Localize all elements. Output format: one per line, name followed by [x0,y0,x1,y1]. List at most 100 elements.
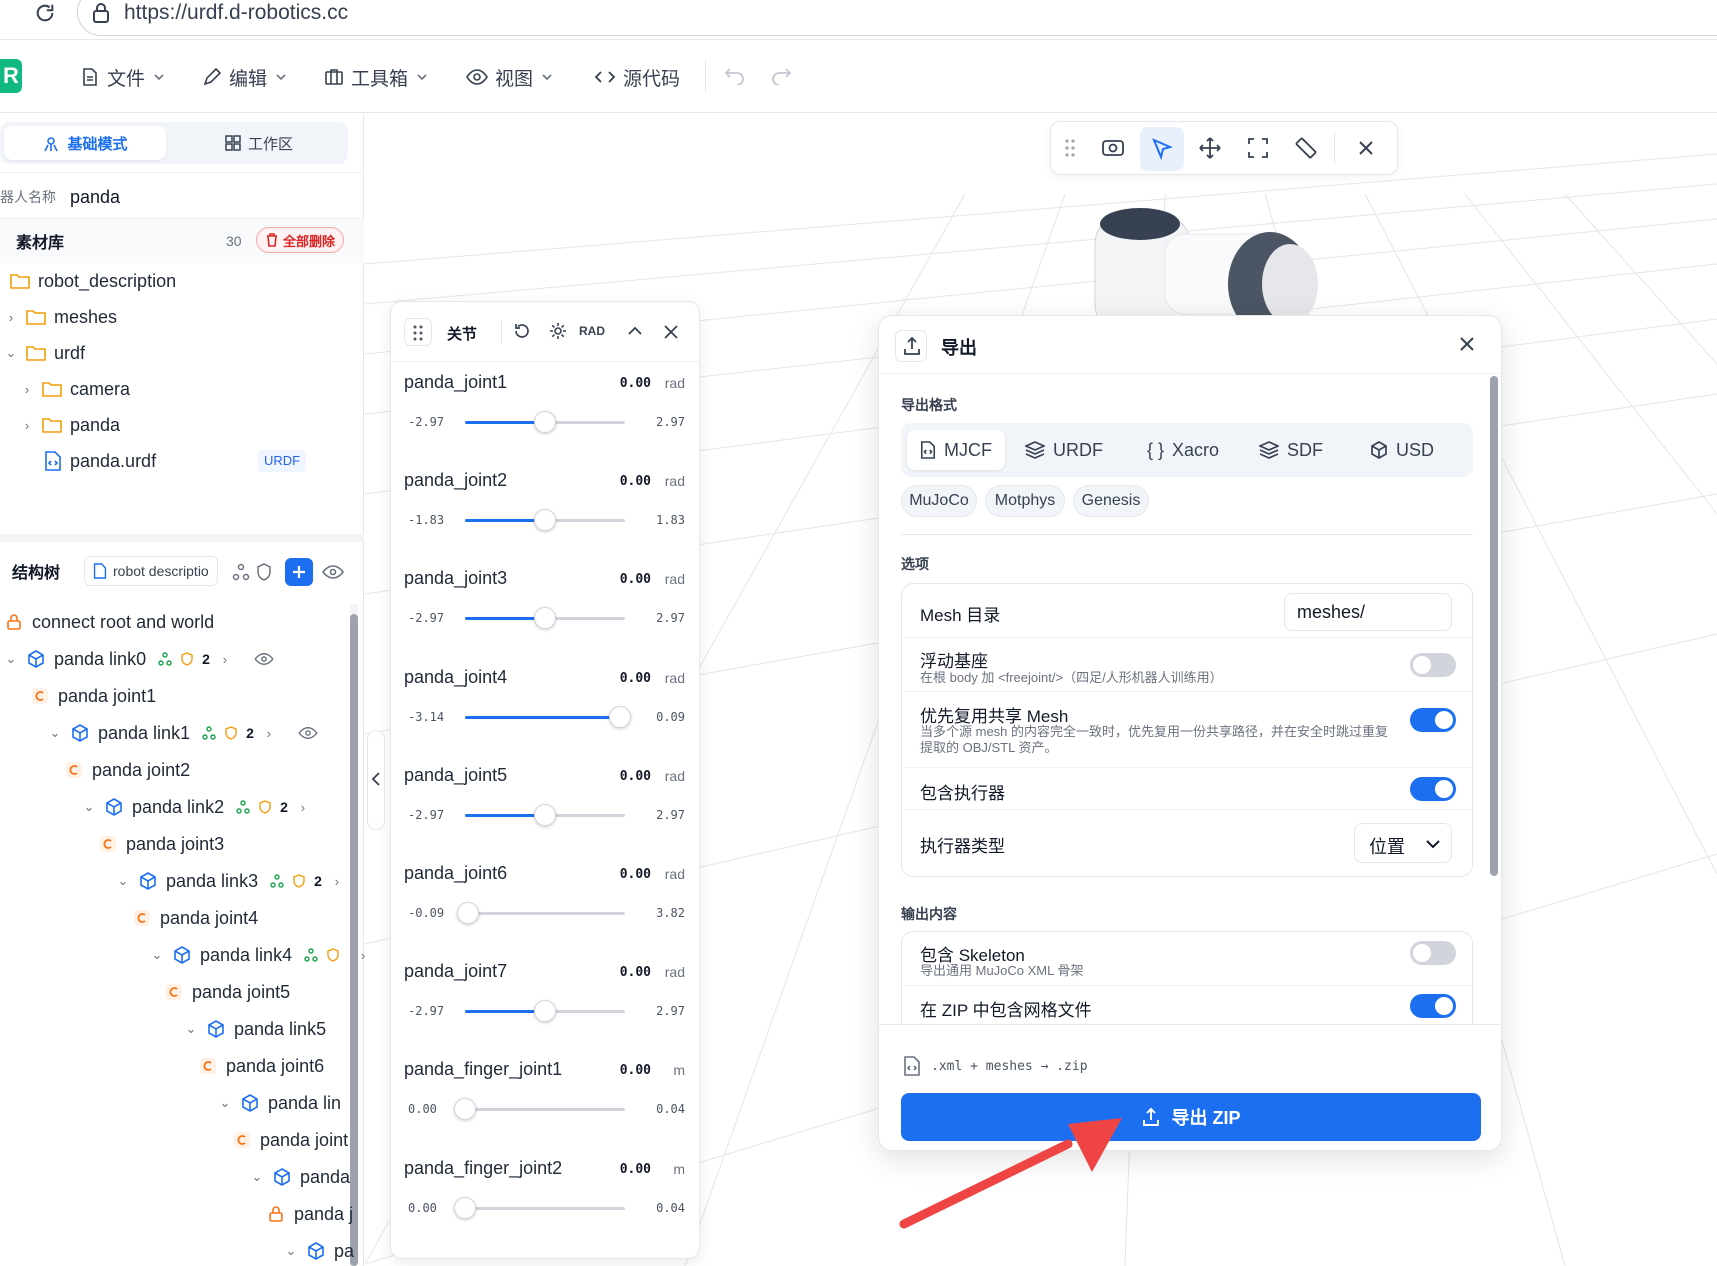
floating-base-toggle[interactable] [1410,653,1456,677]
tree-node[interactable]: ⌄ panda link1 2 › [48,718,318,748]
tree-node[interactable]: panda joint [232,1125,348,1155]
eye-icon[interactable] [254,652,274,666]
add-node-button[interactable] [285,558,313,586]
redo-icon[interactable] [770,67,792,85]
unit-mode-toggle[interactable]: RAD [579,324,605,338]
actuator-type-select[interactable]: 位置 [1354,823,1452,863]
joint-slider[interactable] [457,902,625,924]
joint-value[interactable]: 0.00 [620,1162,651,1177]
file-item-panda[interactable]: › panda [20,410,120,440]
tree-node[interactable]: ⌄ panda [250,1162,351,1192]
file-item-robot-description[interactable]: robot_description [10,266,176,296]
target-genesis[interactable]: Genesis [1073,485,1149,517]
slider-thumb[interactable] [534,803,556,826]
slider-thumb[interactable] [534,411,556,433]
undo-icon[interactable] [724,67,746,85]
tab-basic-mode[interactable]: 基础模式 [4,126,166,160]
format-sdf[interactable]: SDF [1259,430,1339,470]
fullscreen-icon[interactable] [1246,136,1270,160]
reset-icon[interactable] [513,322,531,340]
tree-node[interactable]: panda joint6 [198,1051,324,1081]
delete-all-button[interactable]: 全部删除 [256,227,345,253]
format-xacro[interactable]: { } Xacro [1147,430,1237,470]
tree-node[interactable]: panda joint4 [132,903,258,933]
menu-file[interactable]: 文件 [80,41,166,113]
close-icon[interactable] [1457,334,1477,354]
menu-toolbox[interactable]: 工具箱 [324,41,429,113]
skeleton-toggle[interactable] [1410,941,1456,965]
tree-node[interactable]: ⌄ panda link0 2 › [4,644,274,674]
chevron-up-icon[interactable] [627,324,643,338]
file-item-meshes[interactable]: › meshes [4,302,117,332]
export-scrollbar-thumb[interactable] [1490,376,1498,876]
target-mujoco[interactable]: MuJoCo [901,485,977,517]
view-camera-icon[interactable] [1101,136,1125,160]
format-mjcf[interactable]: MJCF [907,430,1005,470]
tree-node[interactable]: ⌄ panda lin [218,1088,342,1118]
hierarchy-icon[interactable] [232,563,250,581]
close-icon[interactable] [663,324,679,340]
tree-root-select[interactable]: robot descriptio [84,556,218,586]
tree-node[interactable]: ⌄ panda link5 [184,1014,327,1044]
joint-value[interactable]: 0.00 [620,671,651,686]
joint-value[interactable]: 0.00 [620,376,651,391]
eye-icon[interactable] [298,726,318,740]
mesh-dir-input[interactable]: meshes/ [1284,593,1452,631]
menu-view[interactable]: 视图 [466,41,554,113]
eye-icon[interactable] [322,564,344,580]
tree-node[interactable]: panda joint3 [98,829,224,859]
target-motphys[interactable]: Motphys [985,485,1065,517]
gear-icon[interactable] [549,322,567,340]
drag-handle-button[interactable] [404,318,432,346]
tree-node[interactable]: ⌄ panda link2 2 › [82,792,310,822]
tree-node[interactable]: connect root and world [4,607,214,637]
joint-slider[interactable] [465,607,625,630]
url-text[interactable]: https://urdf.d-robotics.cc [124,0,348,26]
reload-icon[interactable] [34,2,56,24]
joint-slider[interactable] [465,705,632,728]
drag-handle-icon[interactable] [1065,138,1075,158]
tab-workspace[interactable]: 工作区 [178,126,340,160]
slider-thumb[interactable] [534,1000,556,1023]
file-item-panda-urdf[interactable]: panda.urdf [44,446,156,476]
menu-source[interactable]: 源代码 [594,41,680,113]
file-item-urdf[interactable]: ⌄ urdf [4,338,85,368]
format-usd[interactable]: USD [1370,430,1450,470]
tree-node[interactable]: ⌄ pa [284,1236,354,1266]
tree-node[interactable]: ⌄ panda link3 2 › [116,866,344,896]
joint-slider[interactable] [454,1196,625,1219]
joint-value[interactable]: 0.00 [620,769,651,784]
slider-thumb[interactable] [609,705,632,728]
joint-slider[interactable] [465,411,625,433]
close-icon[interactable] [1356,138,1376,158]
format-urdf[interactable]: URDF [1025,430,1115,470]
robot-name-input[interactable]: panda [70,187,120,208]
lock-icon[interactable] [91,2,111,24]
slider-thumb[interactable] [534,509,556,532]
tree-node[interactable]: panda joint2 [64,755,190,785]
joint-slider[interactable] [465,803,625,826]
slider-thumb[interactable] [457,902,480,924]
select-tool-button[interactable] [1140,127,1184,171]
shield-icon[interactable] [256,563,272,581]
tree-node[interactable]: panda j [266,1199,353,1229]
slider-thumb[interactable] [454,1196,476,1219]
joint-value[interactable]: 0.00 [620,474,651,489]
panel-collapse-handle[interactable] [367,730,385,830]
move-icon[interactable] [1198,136,1222,160]
joint-value[interactable]: 0.00 [620,867,651,882]
zip-mesh-toggle[interactable] [1410,994,1456,1018]
tree-node[interactable]: panda joint5 [164,977,290,1007]
tree-node[interactable]: ⌄ panda link4 › [150,940,370,970]
ruler-icon[interactable] [1294,136,1318,160]
file-item-camera[interactable]: › camera [20,374,130,404]
joint-slider[interactable] [454,1098,625,1121]
actuator-toggle[interactable] [1410,777,1456,801]
joint-slider[interactable] [465,509,625,532]
joint-value[interactable]: 0.00 [620,965,651,980]
tree-node[interactable]: panda joint1 [30,681,156,711]
menu-edit[interactable]: 编辑 [202,41,288,113]
joint-slider[interactable] [465,1000,625,1023]
joint-value[interactable]: 0.00 [620,1063,651,1078]
joint-value[interactable]: 0.00 [620,572,651,587]
